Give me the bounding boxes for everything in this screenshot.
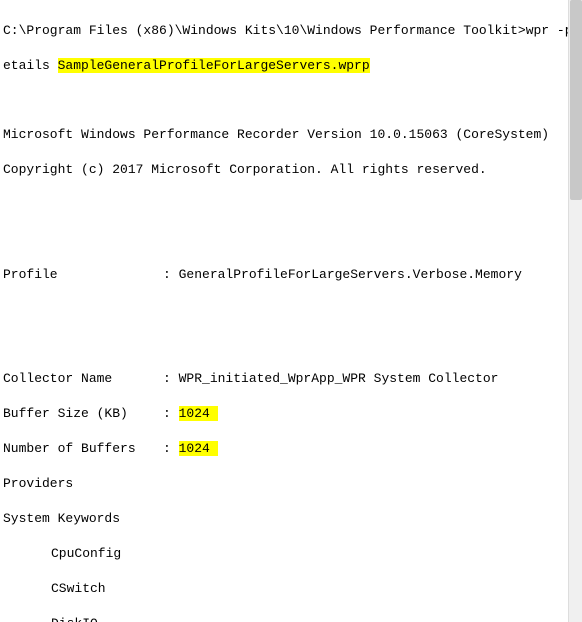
collector-sep: : [163,371,179,386]
keyword-item: DiskIO [3,615,565,622]
blank-line [3,196,565,213]
command-line-1: C:\Program Files (x86)\Windows Kits\10\W… [3,22,565,40]
collector-value: WPR_initiated_WprApp_WPR System Collecto… [179,371,499,386]
blank-line [3,301,565,318]
num-buffers-value-highlight: 1024 [179,441,218,456]
buffer-size-sep: : [163,406,179,421]
profile-row: Profile: GeneralProfileForLargeServers.V… [3,266,565,284]
blank-line [3,231,565,248]
num-buffers-sep: : [163,441,179,456]
collector-row: Collector Name: WPR_initiated_WprApp_WPR… [3,370,565,388]
blank-line [3,335,565,352]
profile-value: GeneralProfileForLargeServers.Verbose.Me… [179,267,522,282]
scrollbar-thumb[interactable] [570,0,582,200]
command-line-2: etails SampleGeneralProfileForLargeServe… [3,57,565,75]
profile-label: Profile [3,266,163,284]
command-text-1: wpr -profiled [526,23,568,38]
collector-label: Collector Name [3,370,163,388]
keyword-item: CpuConfig [3,545,565,563]
system-keywords-label: System Keywords [3,510,565,528]
num-buffers-label: Number of Buffers [3,440,163,458]
command-prefix-2: etails [3,58,58,73]
prompt-path: C:\Program Files (x86)\Windows Kits\10\W… [3,23,526,38]
vertical-scrollbar[interactable] [568,0,582,622]
copyright-line: Copyright (c) 2017 Microsoft Corporation… [3,161,565,179]
terminal-output: C:\Program Files (x86)\Windows Kits\10\W… [0,0,568,622]
version-line: Microsoft Windows Performance Recorder V… [3,126,565,144]
providers-label: Providers [3,475,565,493]
buffer-size-row: Buffer Size (KB): 1024 [3,405,565,423]
keyword-item: CSwitch [3,580,565,598]
blank-line [3,92,565,109]
buffer-size-label: Buffer Size (KB) [3,405,163,423]
profile-filename-highlight: SampleGeneralProfileForLargeServers.wprp [58,58,370,73]
num-buffers-row: Number of Buffers: 1024 [3,440,565,458]
profile-sep: : [163,267,179,282]
buffer-size-value-highlight: 1024 [179,406,218,421]
